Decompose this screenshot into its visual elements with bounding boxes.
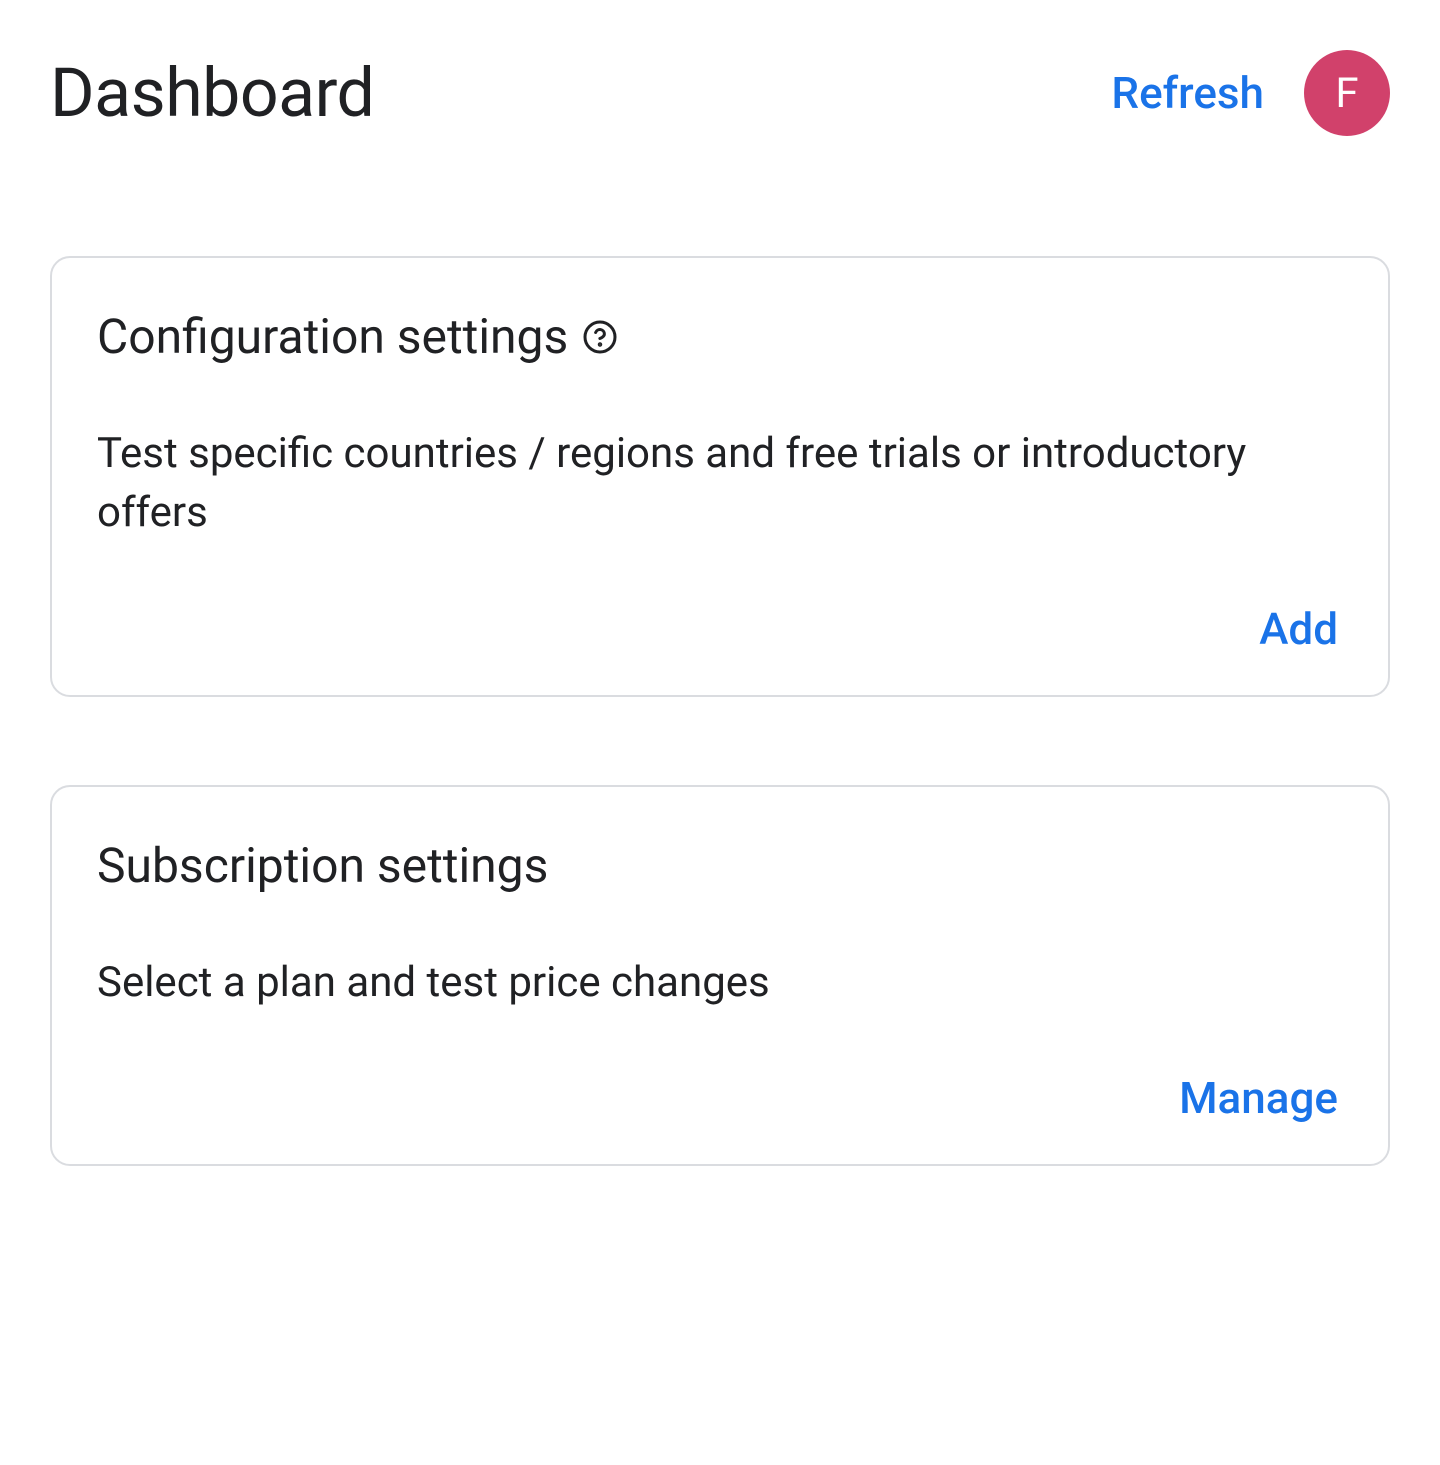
card-action-row: Add [97,603,1343,655]
configuration-settings-card: Configuration settings Test specific cou… [50,256,1390,697]
subscription-settings-card: Subscription settings Select a plan and … [50,785,1390,1167]
card-description: Test specific countries / regions and fr… [97,425,1343,543]
card-title: Configuration settings [97,308,568,365]
add-button[interactable]: Add [1254,603,1343,655]
card-description: Select a plan and test price changes [97,954,1343,1013]
refresh-button[interactable]: Refresh [1111,67,1264,119]
card-title: Subscription settings [97,837,548,894]
manage-button[interactable]: Manage [1174,1072,1343,1124]
card-title-row: Subscription settings [97,837,1343,894]
card-title-row: Configuration settings [97,308,1343,365]
card-action-row: Manage [97,1072,1343,1124]
help-icon[interactable] [582,319,618,355]
header-actions: Refresh F [1111,50,1390,136]
page-title: Dashboard [50,53,374,133]
avatar[interactable]: F [1304,50,1390,136]
page-header: Dashboard Refresh F [50,50,1390,136]
